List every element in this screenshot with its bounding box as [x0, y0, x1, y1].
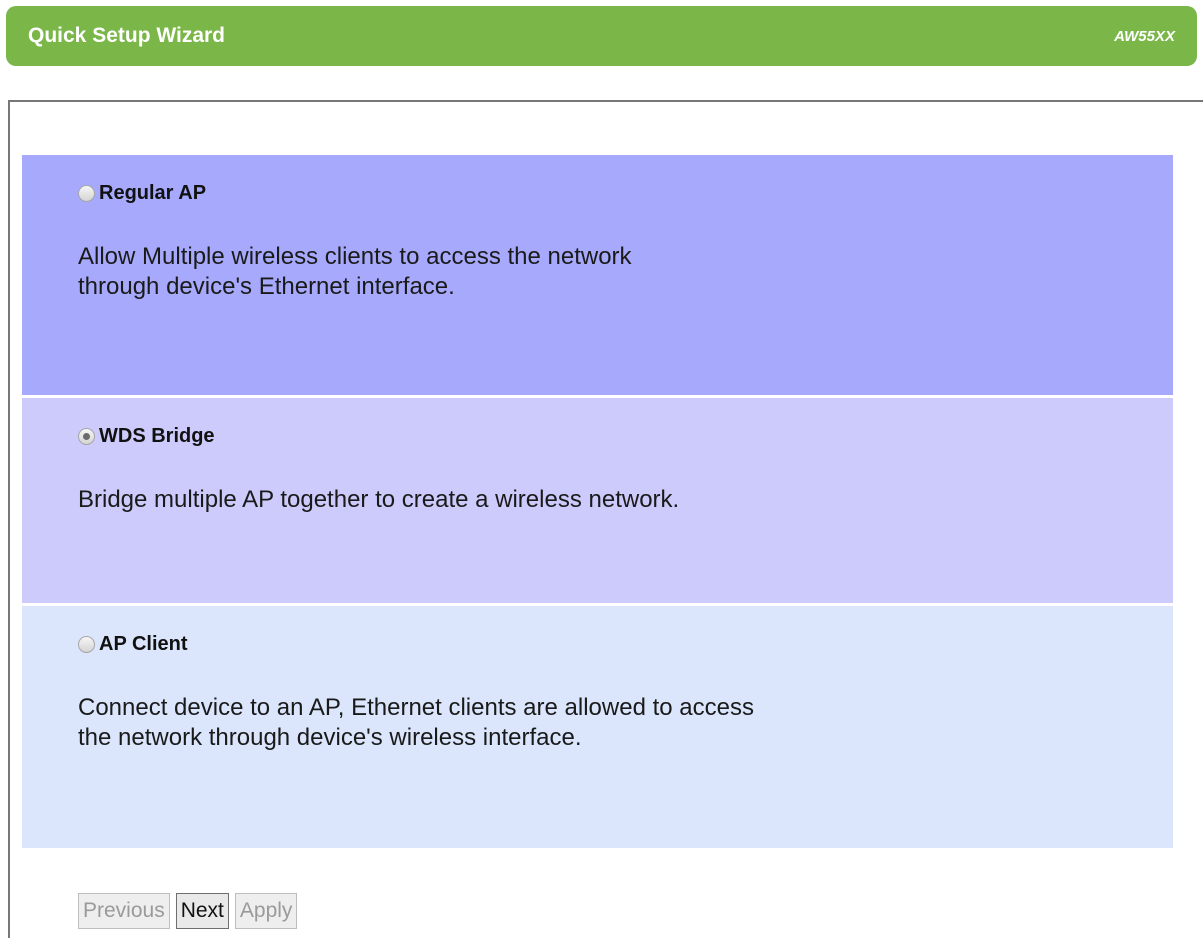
- previous-button[interactable]: Previous: [78, 893, 170, 929]
- description-line: Connect device to an AP, Ethernet client…: [78, 694, 754, 721]
- wds-bridge-label[interactable]: WDS Bridge: [99, 425, 215, 448]
- option-ap-client: AP Client Connect device to an AP, Ether…: [22, 606, 1173, 848]
- description-line: Bridge multiple AP together to create a …: [78, 486, 680, 513]
- device-model-label: AW55XX: [1114, 27, 1175, 45]
- ap-client-description: Connect device to an AP, Ethernet client…: [78, 693, 1173, 753]
- description-line: through device's Ethernet interface.: [78, 273, 455, 300]
- option-header: AP Client: [78, 633, 1173, 656]
- wds-bridge-description: Bridge multiple AP together to create a …: [78, 485, 1173, 515]
- regular-ap-radio[interactable]: [78, 185, 95, 202]
- wizard-header: Quick Setup Wizard AW55XX: [6, 6, 1197, 66]
- regular-ap-label[interactable]: Regular AP: [99, 182, 206, 205]
- option-header: Regular AP: [78, 182, 1173, 205]
- next-button[interactable]: Next: [175, 893, 229, 929]
- wizard-buttons: Previous Next Apply: [78, 893, 298, 929]
- description-line: the network through device's wireless in…: [78, 724, 582, 751]
- option-wds-bridge: WDS Bridge Bridge multiple AP together t…: [22, 398, 1173, 603]
- regular-ap-description: Allow Multiple wireless clients to acces…: [78, 242, 1173, 302]
- apply-button[interactable]: Apply: [234, 893, 298, 929]
- ap-client-label[interactable]: AP Client: [99, 633, 188, 656]
- description-line: Allow Multiple wireless clients to acces…: [78, 243, 632, 270]
- option-header: WDS Bridge: [78, 425, 1173, 448]
- wds-bridge-radio[interactable]: [78, 428, 95, 445]
- ap-client-radio[interactable]: [78, 636, 95, 653]
- option-regular-ap: Regular AP Allow Multiple wireless clien…: [22, 155, 1173, 395]
- page-title: Quick Setup Wizard: [28, 24, 226, 47]
